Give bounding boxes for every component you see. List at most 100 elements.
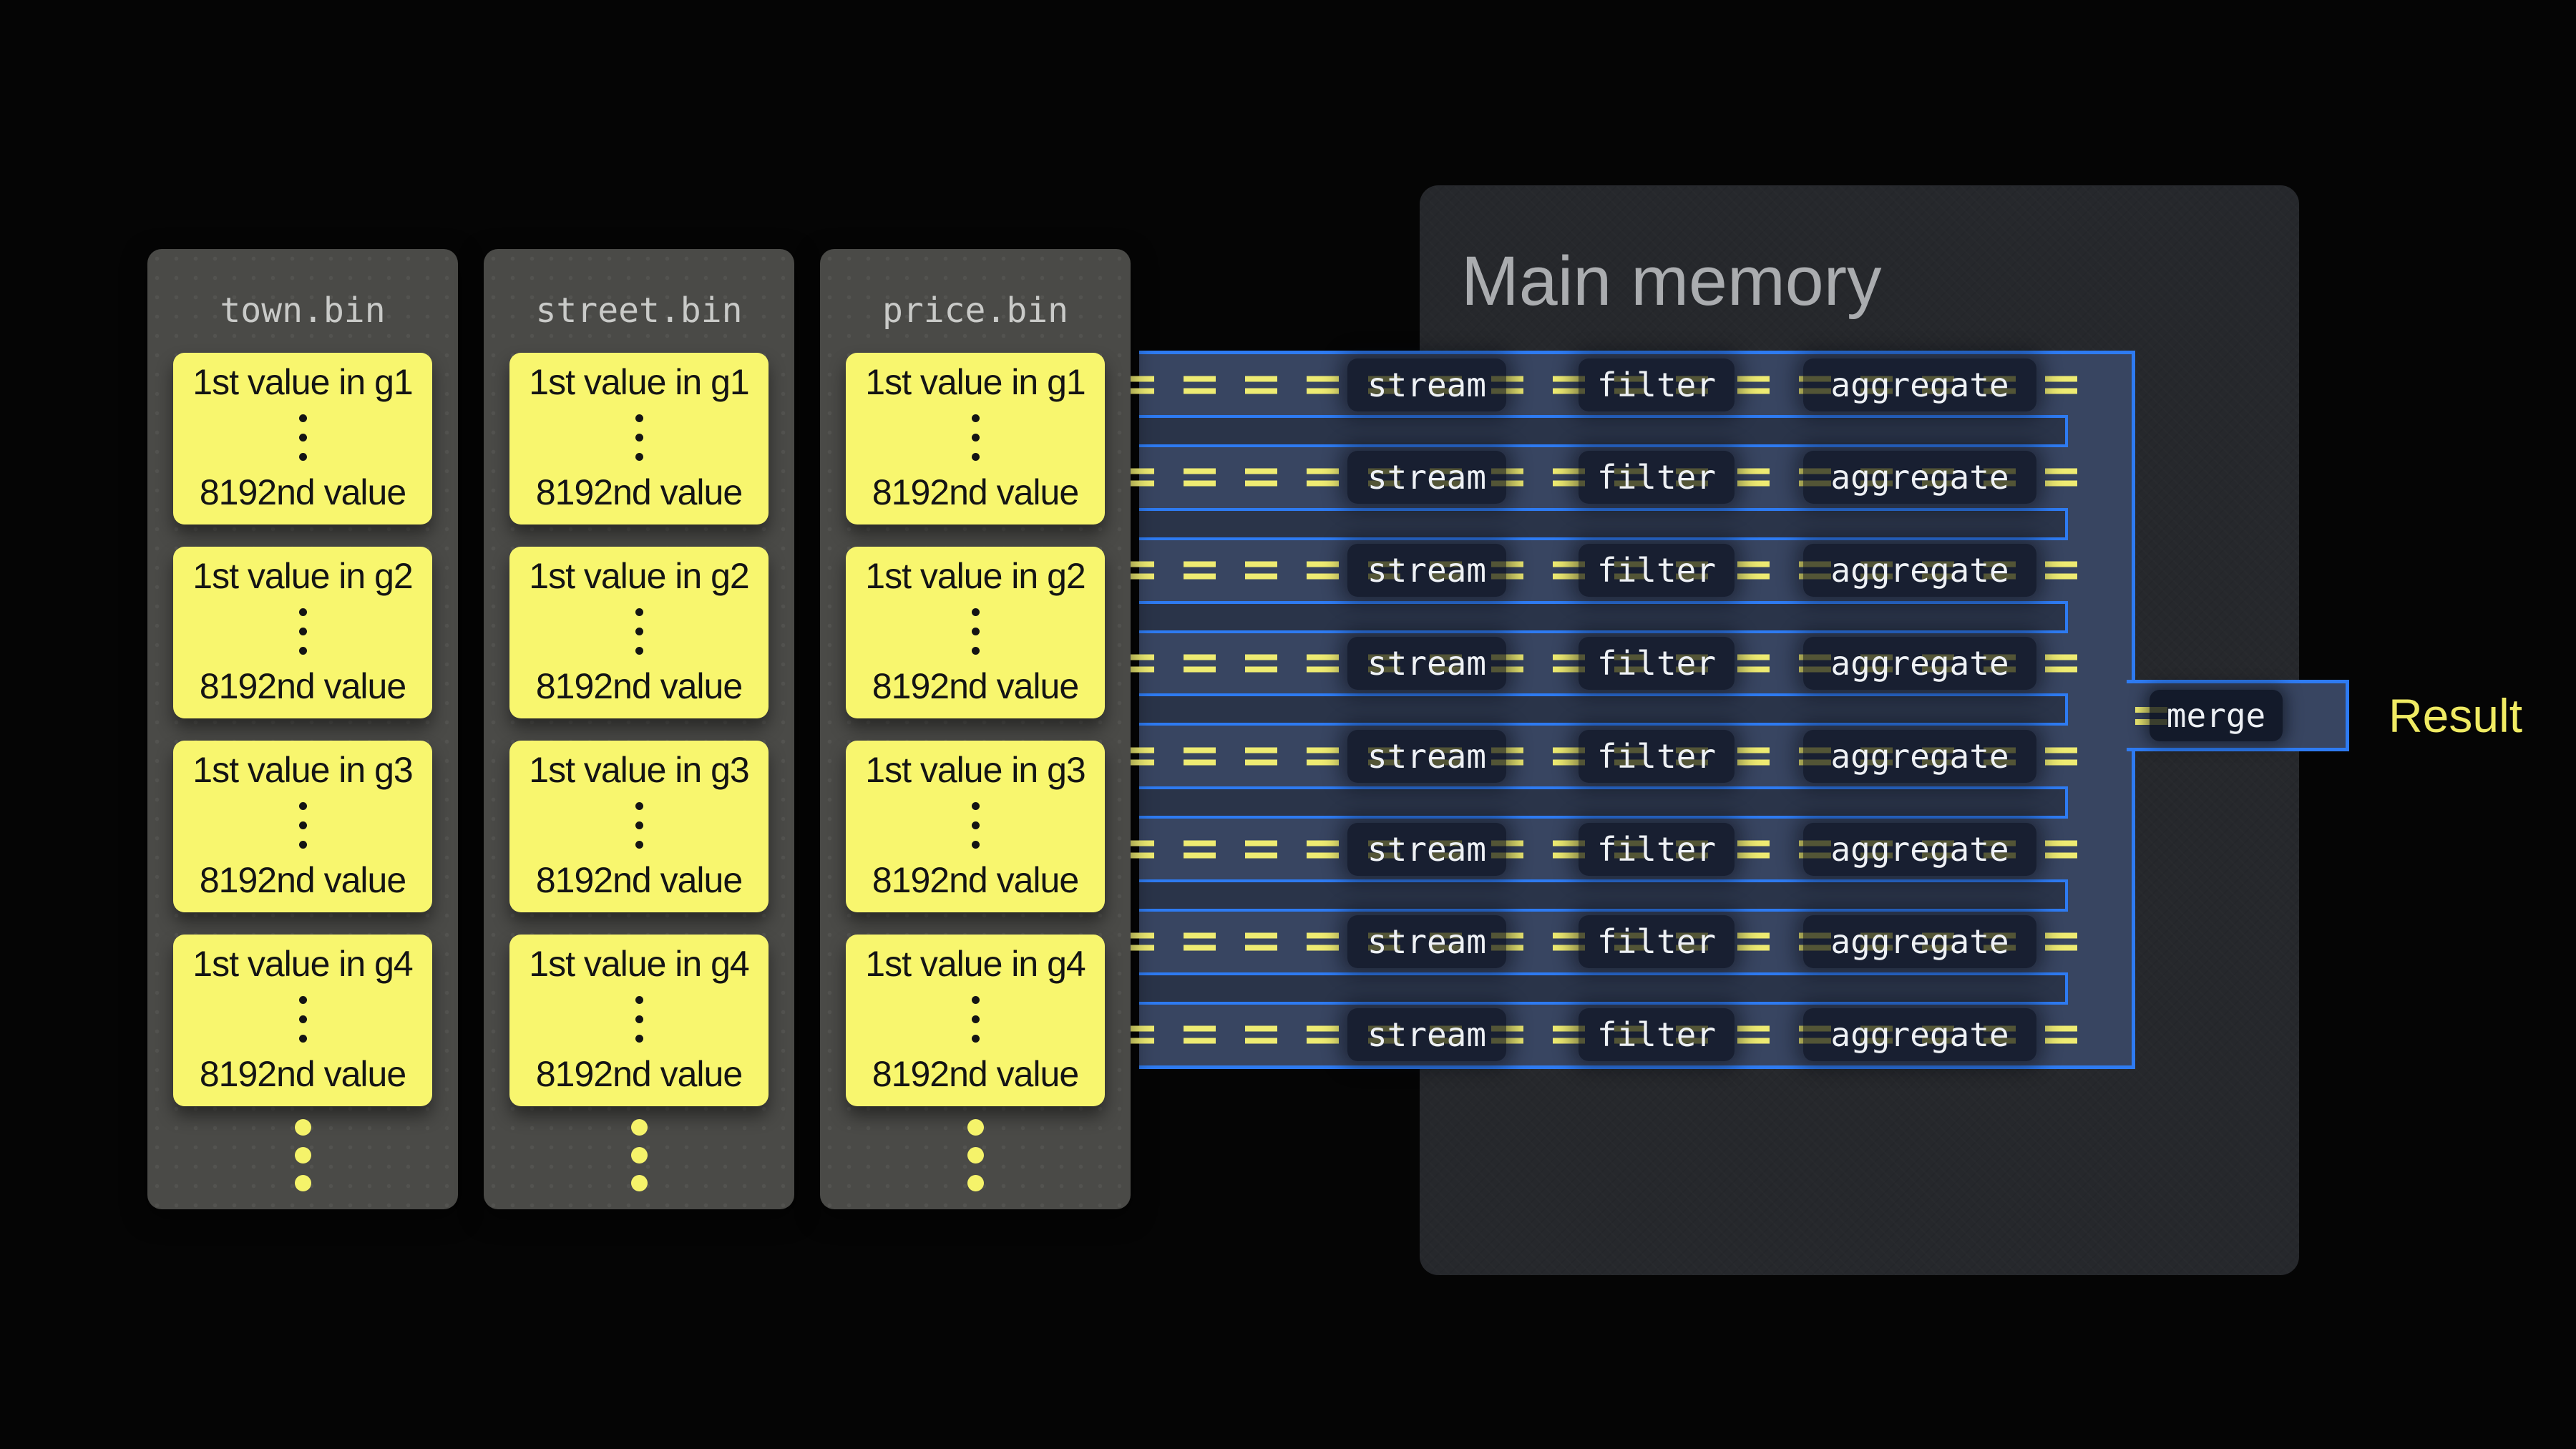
value-card-g4: 1st value in g48192nd value xyxy=(846,935,1105,1106)
operator-box-stream: stream xyxy=(1347,451,1506,504)
value-card-g3: 1st value in g38192nd value xyxy=(846,741,1105,912)
ellipsis-dot xyxy=(295,1175,311,1191)
operator-box-stream: stream xyxy=(1347,915,1506,968)
pipeline-gap-slot xyxy=(1139,601,2068,633)
card-ellipsis-icon xyxy=(635,409,643,467)
ellipsis-dot xyxy=(299,414,307,422)
card-first-value-label: 1st value in g3 xyxy=(865,749,1085,791)
ellipsis-dot xyxy=(299,996,307,1004)
ellipsis-dot xyxy=(631,1119,648,1136)
ellipsis-dot xyxy=(635,802,643,810)
operator-box-aggregate: aggregate xyxy=(1803,637,2036,690)
operator-box-filter: filter xyxy=(1579,358,1735,411)
ellipsis-dot xyxy=(635,453,643,461)
ellipsis-dot xyxy=(295,1119,311,1136)
value-card-g4: 1st value in g48192nd value xyxy=(173,935,432,1106)
card-ellipsis-icon xyxy=(972,409,980,467)
ellipsis-dot xyxy=(635,434,643,441)
more-groups-ellipsis-icon xyxy=(820,1113,1131,1197)
ellipsis-dot xyxy=(299,1015,307,1023)
ellipsis-dot xyxy=(635,414,643,422)
diagram-canvas: Main memory streamfilteraggregatestreamf… xyxy=(0,0,2576,1449)
pipeline-gap-slot xyxy=(1139,786,2068,819)
card-last-value-label: 8192nd value xyxy=(536,859,742,901)
card-ellipsis-icon xyxy=(299,990,307,1048)
card-first-value-label: 1st value in g3 xyxy=(192,749,412,791)
ellipsis-dot xyxy=(972,453,980,461)
ellipsis-dot xyxy=(299,841,307,849)
pipeline-gap-slot xyxy=(1139,693,2068,726)
ellipsis-dot xyxy=(295,1147,311,1163)
ellipsis-dot xyxy=(967,1175,984,1191)
card-last-value-label: 8192nd value xyxy=(200,859,406,901)
ellipsis-dot xyxy=(972,628,980,635)
ellipsis-dot xyxy=(299,1035,307,1043)
ellipsis-dot xyxy=(972,647,980,655)
result-label: Result xyxy=(2389,687,2522,744)
operator-box-aggregate: aggregate xyxy=(1803,544,2036,597)
file-title-town: town.bin xyxy=(147,291,458,331)
ellipsis-dot xyxy=(635,628,643,635)
ellipsis-dot xyxy=(299,608,307,616)
operator-box-filter: filter xyxy=(1579,637,1735,690)
ellipsis-dot xyxy=(635,1035,643,1043)
operator-box-aggregate: aggregate xyxy=(1803,451,2036,504)
ellipsis-dot xyxy=(972,1035,980,1043)
card-first-value-label: 1st value in g4 xyxy=(529,943,748,985)
operator-box-stream: stream xyxy=(1347,1008,1506,1061)
ellipsis-dot xyxy=(299,802,307,810)
value-card-g4: 1st value in g4 8192nd value xyxy=(509,935,769,1106)
ellipsis-dot xyxy=(635,841,643,849)
file-title-street: street.bin xyxy=(484,291,794,331)
operator-box-filter: filter xyxy=(1579,823,1735,876)
operator-box-stream: stream xyxy=(1347,730,1506,783)
ellipsis-dot xyxy=(972,434,980,441)
ellipsis-dot xyxy=(972,608,980,616)
pipeline-gap-slot xyxy=(1139,879,2068,912)
card-ellipsis-icon xyxy=(972,602,980,660)
operator-box-stream: stream xyxy=(1347,637,1506,690)
ellipsis-dot xyxy=(299,434,307,441)
ellipsis-dot xyxy=(631,1175,648,1191)
pipeline-gap-slot xyxy=(1139,415,2068,447)
value-card-g3: 1st value in g3 8192nd value xyxy=(509,741,769,912)
card-last-value-label: 8192nd value xyxy=(536,665,742,707)
value-card-g2: 1st value in g2 8192nd value xyxy=(173,547,432,718)
ellipsis-dot xyxy=(635,821,643,829)
value-card-g1: 1st value in g18192nd value xyxy=(173,353,432,525)
card-last-value-label: 8192nd value xyxy=(872,472,1078,513)
operator-box-filter: filter xyxy=(1579,544,1735,597)
ellipsis-dot xyxy=(635,608,643,616)
card-ellipsis-icon xyxy=(299,409,307,467)
ellipsis-dot xyxy=(972,821,980,829)
more-groups-ellipsis-icon xyxy=(147,1113,458,1197)
card-first-value-label: 1st value in g2 xyxy=(529,555,748,597)
card-last-value-label: 8192nd value xyxy=(536,1053,742,1095)
ellipsis-dot xyxy=(299,628,307,635)
value-card-g3: 1st value in g3 8192nd value xyxy=(173,741,432,912)
card-first-value-label: 1st value in g1 xyxy=(865,361,1085,403)
operator-box-stream: stream xyxy=(1347,544,1506,597)
card-ellipsis-icon xyxy=(972,796,980,854)
card-last-value-label: 8192nd value xyxy=(200,665,406,707)
more-groups-ellipsis-icon xyxy=(484,1113,794,1197)
file-panel-price: price.bin1st value in g18192nd value1st … xyxy=(820,249,1131,1209)
operator-box-filter: filter xyxy=(1579,915,1735,968)
pipeline-gap-slot xyxy=(1139,972,2068,1005)
card-first-value-label: 1st value in g3 xyxy=(529,749,748,791)
operator-box-aggregate: aggregate xyxy=(1803,823,2036,876)
card-ellipsis-icon xyxy=(635,990,643,1048)
file-panel-town: town.bin 1st value in g18192nd value 1st v… xyxy=(147,249,458,1209)
card-ellipsis-icon xyxy=(635,796,643,854)
card-last-value-label: 8192nd value xyxy=(872,665,1078,707)
card-first-value-label: 1st value in g2 xyxy=(865,555,1085,597)
operator-box-filter: filter xyxy=(1579,451,1735,504)
card-last-value-label: 8192nd value xyxy=(872,1053,1078,1095)
card-first-value-label: 1st value in g2 xyxy=(192,555,412,597)
card-ellipsis-icon xyxy=(299,602,307,660)
ellipsis-dot xyxy=(631,1147,648,1163)
ellipsis-dot xyxy=(299,453,307,461)
ellipsis-dot xyxy=(299,821,307,829)
card-ellipsis-icon xyxy=(635,602,643,660)
value-card-g2: 1st value in g2 8192nd value xyxy=(846,547,1105,718)
